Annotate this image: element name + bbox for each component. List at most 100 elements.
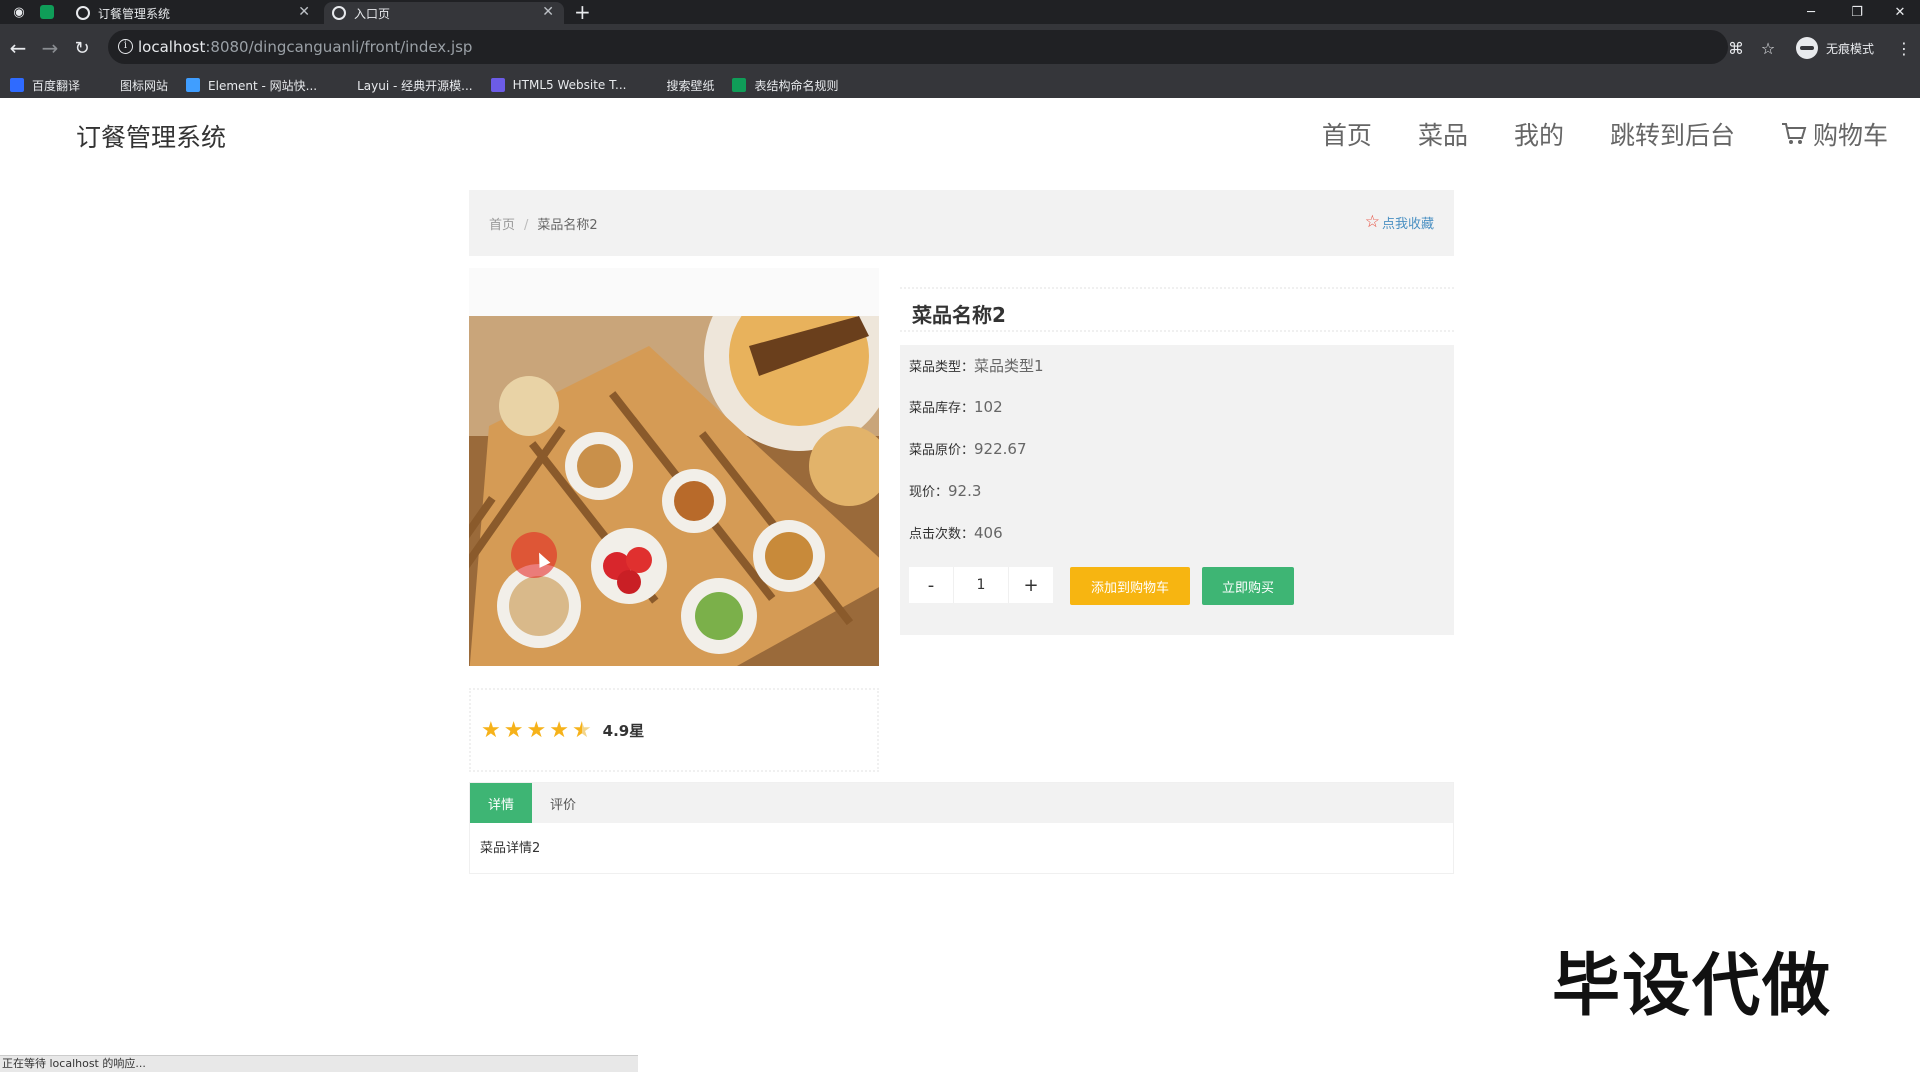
- tab-detail[interactable]: 详情: [470, 783, 533, 823]
- watermark-text: 毕设代做: [1552, 947, 1833, 1026]
- breadcrumb-bar: 首页 / 菜品名称2 ☆ 点我收藏: [469, 190, 1454, 256]
- field-click-count: 点击次数：406: [909, 523, 1003, 542]
- browser-tab-1[interactable]: 订餐管理系统 ✕: [68, 2, 320, 24]
- bookmark-label: Element - 网站快...: [208, 78, 318, 93]
- field-label: 菜品原价：: [909, 443, 975, 458]
- field-value: 92.3: [948, 482, 982, 500]
- address-bar[interactable]: i localhost:8080/dingcanguanli/front/ind…: [108, 30, 1728, 64]
- add-to-cart-button[interactable]: 添加到购物车: [1070, 567, 1190, 605]
- cart-icon: [1781, 123, 1807, 144]
- dish-name-box: 菜品名称2: [900, 287, 1454, 332]
- decrease-button[interactable]: -: [909, 567, 953, 603]
- bookmark-item[interactable]: Layui - 经典开源模...: [335, 77, 473, 94]
- nav-dishes[interactable]: 菜品: [1418, 116, 1468, 152]
- image-top-space: [469, 268, 879, 316]
- close-icon[interactable]: ✕: [542, 4, 554, 20]
- field-value: 922.67: [974, 440, 1027, 458]
- info-icon[interactable]: i: [118, 39, 133, 54]
- wallpaper-icon: [644, 78, 659, 92]
- star-icon: ★: [481, 717, 501, 743]
- collect-label: 点我收藏: [1381, 216, 1434, 232]
- flag-icon: [98, 78, 113, 92]
- rating-text: 4.9星: [602, 721, 645, 740]
- globe-icon: [76, 6, 90, 20]
- field-label: 现价：: [909, 485, 949, 500]
- nav-cart[interactable]: 购物车: [1781, 116, 1888, 152]
- field-value: 406: [974, 524, 1003, 542]
- bookmark-item[interactable]: HTML5 Website T...: [490, 78, 627, 92]
- star-icon: ★: [526, 717, 547, 743]
- star-icon: ★: [549, 717, 569, 743]
- bookmark-label: Layui - 经典开源模...: [357, 78, 473, 93]
- reload-icon[interactable]: ↻: [68, 34, 96, 62]
- breadcrumb: 首页 / 菜品名称2: [489, 214, 598, 233]
- increase-button[interactable]: +: [1009, 567, 1053, 603]
- quantity-stepper: - 1 +: [909, 567, 1053, 603]
- browser-tab-2[interactable]: 入口页 ✕: [324, 2, 564, 24]
- translate-icon[interactable]: ⌘: [1724, 36, 1748, 60]
- collect-button[interactable]: ☆ 点我收藏: [1365, 212, 1434, 232]
- image-column: [469, 268, 879, 316]
- nav-cart-label: 购物车: [1812, 121, 1888, 150]
- star-outline-icon: ☆: [1364, 212, 1380, 232]
- new-tab-button[interactable]: +: [574, 0, 591, 24]
- close-icon[interactable]: ✕: [298, 4, 310, 20]
- bookmark-item[interactable]: 图标网站: [98, 77, 168, 94]
- globe-icon: [332, 6, 346, 20]
- top-nav: 首页 菜品 我的 跳转到后台 购物车: [1322, 116, 1888, 152]
- layui-icon: [335, 78, 350, 92]
- bookmark-star-icon[interactable]: ☆: [1756, 36, 1780, 60]
- nav-home[interactable]: 首页: [1322, 116, 1372, 152]
- tab-reviews[interactable]: 评价: [532, 783, 594, 823]
- sheet-tab-icon[interactable]: [40, 5, 54, 19]
- field-type: 菜品类型：菜品类型1: [909, 355, 1044, 376]
- browser-toolbar: ← → ↻ i localhost:8080/dingcanguanli/fro…: [0, 24, 1920, 72]
- incognito-badge[interactable]: 无痕模式: [1796, 35, 1874, 61]
- element-icon: [186, 78, 201, 92]
- quantity-input[interactable]: 1: [953, 567, 1009, 603]
- browser-tab-bar: ◉ 订餐管理系统 ✕ 入口页 ✕ + ─ ❐ ✕: [0, 0, 1920, 24]
- breadcrumb-home[interactable]: 首页: [489, 218, 515, 233]
- buy-now-button[interactable]: 立即购买: [1202, 567, 1294, 605]
- bookmark-item[interactable]: Element - 网站快...: [186, 77, 317, 94]
- status-bar: 正在等待 localhost 的响应...: [0, 1055, 638, 1072]
- tab-content: 菜品详情2: [480, 841, 541, 856]
- breadcrumb-current: 菜品名称2: [537, 218, 598, 233]
- field-label: 菜品库存：: [909, 401, 975, 416]
- chrome-menu-icon[interactable]: ◉: [10, 3, 28, 21]
- bookmark-item[interactable]: 表结构命名规则: [732, 77, 838, 94]
- tabs-header: 详情 评价: [470, 783, 1453, 823]
- translate-icon: [10, 78, 24, 92]
- window-close-icon[interactable]: ✕: [1880, 0, 1920, 24]
- bookmarks-bar: 百度翻译 图标网站 Element - 网站快... Layui - 经典开源模...…: [0, 72, 1920, 98]
- star-half-icon: ★: [571, 717, 592, 743]
- restore-icon[interactable]: ❐: [1834, 0, 1880, 24]
- site-title[interactable]: 订餐管理系统: [76, 118, 226, 154]
- field-label: 点击次数：: [909, 527, 975, 542]
- bookmark-label: 表结构命名规则: [754, 78, 839, 93]
- field-label: 菜品类型：: [909, 360, 975, 375]
- nav-mine[interactable]: 我的: [1514, 116, 1564, 152]
- bookmark-label: 搜索壁纸: [666, 78, 715, 93]
- star-icon: ★: [503, 717, 524, 743]
- sheet-icon: [732, 78, 747, 92]
- more-menu-icon[interactable]: ⋮: [1892, 36, 1916, 60]
- dish-photo: [469, 316, 879, 666]
- bookmark-item[interactable]: 搜索壁纸: [644, 77, 714, 94]
- forward-icon[interactable]: →: [36, 34, 64, 62]
- url-text[interactable]: localhost:8080/dingcanguanli/front/index…: [138, 38, 472, 56]
- dish-image: [469, 316, 879, 666]
- detail-tabs: 详情 评价 菜品详情2: [469, 782, 1454, 874]
- field-value: 菜品类型1: [974, 357, 1044, 375]
- field-value: 102: [974, 398, 1003, 416]
- back-icon[interactable]: ←: [4, 34, 32, 62]
- nav-admin[interactable]: 跳转到后台: [1610, 116, 1735, 152]
- dish-name: 菜品名称2: [912, 303, 1006, 327]
- bookmark-item[interactable]: 百度翻译: [10, 77, 80, 94]
- bookmark-label: HTML5 Website T...: [512, 78, 627, 92]
- rating-box: ★ ★ ★ ★ ★ 4.9星: [469, 688, 879, 772]
- browser-tab-title: 订餐管理系统: [98, 6, 171, 21]
- dish-info-panel: 菜品类型：菜品类型1 菜品库存：102 菜品原价：922.67 现价：92.3 …: [900, 345, 1454, 635]
- minimize-icon[interactable]: ─: [1788, 0, 1834, 24]
- incognito-label: 无痕模式: [1826, 41, 1875, 56]
